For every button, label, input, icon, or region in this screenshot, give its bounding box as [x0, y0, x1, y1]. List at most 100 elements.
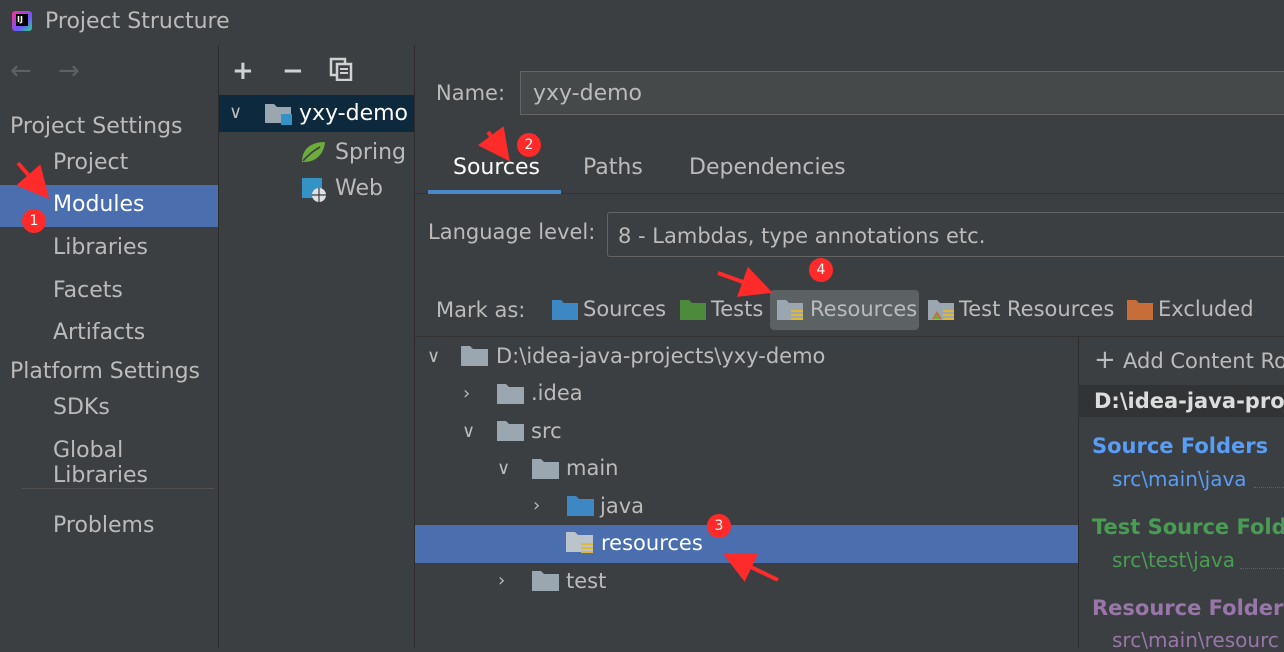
active-tab-indicator — [428, 190, 561, 194]
folder-icon — [532, 458, 559, 479]
tab-dependencies[interactable]: Dependencies — [689, 155, 846, 180]
tree-row[interactable] — [415, 563, 1078, 601]
resources-folder-icon — [777, 299, 803, 320]
nav-item-problems[interactable]: Problems — [0, 506, 218, 548]
add-content-root-button[interactable]: Add Content Ro — [1123, 349, 1284, 373]
mark-resources-label: Resources — [810, 297, 918, 321]
mark-excluded-button[interactable]: Excluded — [1127, 290, 1257, 330]
folder-icon — [461, 345, 488, 366]
dotted-leader — [1240, 568, 1284, 569]
nav-item-label: SDKs — [53, 395, 110, 420]
module-folder-icon — [264, 101, 294, 126]
nav-item-label: Global Libraries — [53, 438, 149, 488]
mark-sources-button[interactable]: Sources — [552, 290, 672, 330]
nav-item-global-libraries[interactable]: Global Libraries — [0, 431, 218, 488]
test-resources-folder-icon — [928, 299, 954, 320]
module-name-value: yxy-demo — [533, 81, 643, 106]
test-source-folders-title: Test Source Folde — [1092, 515, 1284, 539]
forward-arrow-icon[interactable]: → — [58, 56, 80, 86]
chevron-right-icon[interactable]: › — [498, 570, 505, 591]
name-label: Name: — [436, 81, 506, 105]
source-folders-title: Source Folders — [1092, 434, 1269, 458]
tree-row-selected[interactable] — [415, 525, 1078, 563]
test-source-folder-item[interactable]: src\test\java — [1112, 548, 1235, 572]
dotted-leader — [1254, 487, 1284, 488]
folder-icon — [497, 420, 524, 441]
tab-paths[interactable]: Paths — [583, 155, 643, 180]
facet-web-label[interactable]: Web — [335, 176, 383, 201]
chevron-down-icon[interactable]: ∨ — [229, 102, 242, 123]
nav-item-label: Facets — [53, 278, 123, 303]
project-settings-header: Project Settings — [10, 114, 183, 139]
nav-item-project[interactable]: Project — [0, 143, 218, 185]
annotation-badge-1: 1 — [22, 209, 46, 233]
nav-item-label: Modules — [53, 192, 145, 217]
annotation-badge-3: 3 — [707, 514, 731, 538]
nav-item-label: Libraries — [53, 235, 149, 260]
language-level-value: 8 - Lambdas, type annotations etc. — [618, 224, 986, 248]
nav-item-label: Project — [53, 150, 129, 175]
nav-item-libraries[interactable]: Libraries — [0, 228, 218, 270]
language-level-label: Language level: — [428, 220, 596, 244]
nav-item-label: Problems — [53, 513, 155, 538]
mark-sources-label: Sources — [583, 297, 667, 321]
intellij-app-icon: IJ — [12, 11, 32, 31]
facet-spring-label[interactable]: Spring — [335, 140, 406, 165]
nav-item-facets[interactable]: Facets — [0, 271, 218, 313]
tree-row-label: test — [566, 569, 607, 593]
nav-item-sdks[interactable]: SDKs — [0, 388, 218, 430]
mark-tests-button[interactable]: Tests — [680, 290, 766, 330]
tree-row-label: resources — [601, 531, 703, 555]
source-folder-item[interactable]: src\main\java — [1112, 467, 1247, 491]
chevron-down-icon[interactable]: ∨ — [497, 458, 510, 479]
nav-separator — [22, 488, 214, 489]
mark-as-label: Mark as: — [436, 298, 526, 322]
add-icon[interactable]: + — [232, 56, 254, 86]
mark-test-resources-label: Test Resources — [959, 297, 1115, 321]
tree-row-label: D:\idea-java-projects\yxy-demo — [496, 344, 826, 368]
mark-test-resources-button[interactable]: Test Resources — [928, 290, 1118, 330]
content-root-path: D:\idea-java-proj — [1094, 389, 1284, 413]
annotation-arrow-2 — [477, 126, 510, 162]
back-arrow-icon[interactable]: ← — [10, 56, 32, 86]
tests-folder-icon — [680, 299, 706, 320]
window-title: Project Structure — [45, 9, 230, 34]
resource-folders-title: Resource Folders — [1092, 596, 1284, 620]
annotation-arrow-4 — [717, 266, 773, 297]
chevron-right-icon[interactable]: › — [463, 383, 470, 404]
tree-row-label: java — [600, 494, 644, 518]
chevron-down-icon[interactable]: ∨ — [427, 346, 440, 367]
sources-folder-icon — [552, 299, 578, 320]
platform-settings-header: Platform Settings — [10, 359, 201, 384]
mark-tests-label: Tests — [711, 297, 764, 321]
resource-folder-item[interactable]: src\main\resourc — [1112, 628, 1279, 652]
tree-row-label: src — [531, 419, 562, 443]
folder-icon — [497, 383, 524, 404]
tree-row-label: .idea — [531, 381, 583, 405]
tab-sources[interactable]: Sources — [453, 155, 540, 180]
mark-resources-button[interactable]: Resources — [770, 290, 919, 330]
tree-row[interactable] — [415, 488, 1078, 526]
modules-panel — [219, 45, 414, 648]
chevron-right-icon[interactable]: › — [533, 495, 540, 516]
resources-folder-icon — [566, 531, 596, 556]
nav-item-artifacts[interactable]: Artifacts — [0, 313, 218, 355]
nav-item-label: Artifacts — [53, 320, 146, 345]
tree-row[interactable] — [415, 451, 1078, 489]
web-facet-icon — [301, 177, 327, 203]
spring-leaf-icon — [300, 140, 326, 164]
annotation-badge-4: 4 — [809, 258, 833, 282]
chevron-down-icon[interactable]: ∨ — [462, 421, 475, 442]
annotation-badge-2: 2 — [517, 133, 541, 157]
copy-icon[interactable] — [329, 57, 353, 82]
module-name: yxy-demo — [299, 101, 409, 126]
module-name-input[interactable]: yxy-demo — [520, 71, 1284, 115]
plus-icon[interactable]: + — [1094, 345, 1116, 375]
sources-folder-icon — [567, 495, 594, 516]
mark-excluded-label: Excluded — [1158, 297, 1254, 321]
language-level-select[interactable]: 8 - Lambdas, type annotations etc. — [607, 212, 1284, 257]
remove-icon[interactable]: − — [282, 56, 304, 86]
excluded-folder-icon — [1127, 299, 1153, 320]
folder-icon — [532, 570, 559, 591]
tree-row-label: main — [566, 456, 619, 480]
